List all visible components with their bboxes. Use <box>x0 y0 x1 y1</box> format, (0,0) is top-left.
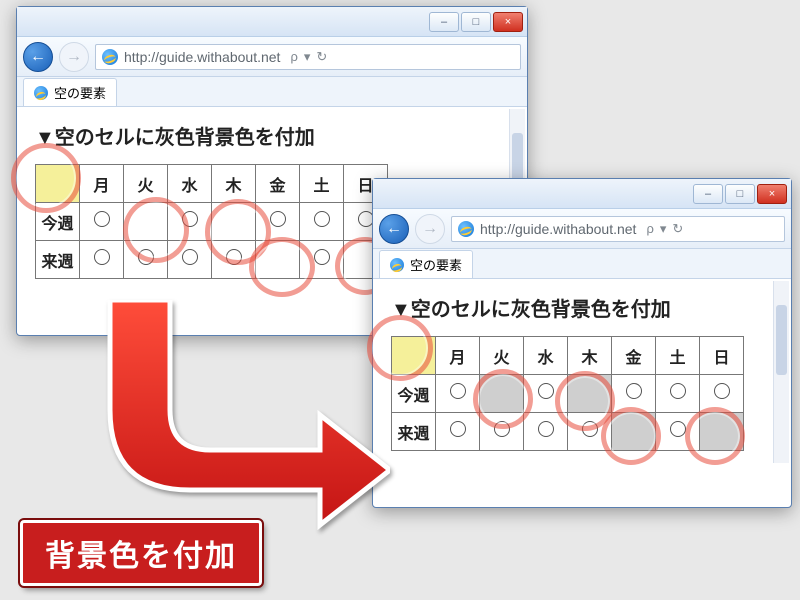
address-bar[interactable]: http://guide.withabout.net ρ▾ ↻ <box>95 44 521 70</box>
cell-empty <box>612 413 656 451</box>
row-label: 来週 <box>392 413 436 451</box>
day-header: 金 <box>256 165 300 203</box>
cell <box>524 413 568 451</box>
row-label: 来週 <box>36 241 80 279</box>
ie-icon <box>458 221 474 237</box>
browser-window-after: – □ × ← → http://guide.withabout.net ρ▾ … <box>372 178 792 508</box>
cell <box>168 241 212 279</box>
page-heading: ▼空のセルに灰色背景色を付加 <box>391 293 773 322</box>
cell <box>256 241 300 279</box>
row-label: 今週 <box>36 203 80 241</box>
day-header: 火 <box>124 165 168 203</box>
nav-toolbar: ← → http://guide.withabout.net ρ▾ ↻ <box>373 209 791 249</box>
minimize-button[interactable]: – <box>693 184 723 204</box>
url-text: http://guide.withabout.net <box>480 221 636 237</box>
maximize-button[interactable]: □ <box>725 184 755 204</box>
close-button[interactable]: × <box>493 12 523 32</box>
day-header: 火 <box>480 337 524 375</box>
cell <box>612 375 656 413</box>
day-header: 木 <box>568 337 612 375</box>
cell-empty <box>568 375 612 413</box>
nav-toolbar: ← → http://guide.withabout.net ρ▾ ↻ <box>17 37 527 77</box>
row-label: 今週 <box>392 375 436 413</box>
search-icon: ρ <box>290 49 297 64</box>
page-content: ▼空のセルに灰色背景色を付加 月 火 水 木 金 土 日 今週 <box>373 279 791 465</box>
search-refresh-controls[interactable]: ρ▾ ↻ <box>642 221 683 237</box>
cell <box>480 413 524 451</box>
day-header: 土 <box>656 337 700 375</box>
cell <box>436 413 480 451</box>
back-button[interactable]: ← <box>23 42 53 72</box>
cell <box>300 241 344 279</box>
close-button[interactable]: × <box>757 184 787 204</box>
back-button[interactable]: ← <box>379 214 409 244</box>
ie-icon <box>102 49 118 65</box>
calendar-table-before: 月 火 水 木 金 土 日 今週 来週 <box>35 164 388 279</box>
cell <box>80 203 124 241</box>
titlebar: – □ × <box>17 7 527 37</box>
cell <box>256 203 300 241</box>
arrow-caption: 背景色を付加 <box>20 520 262 586</box>
day-header: 金 <box>612 337 656 375</box>
cell-empty <box>480 375 524 413</box>
day-header: 月 <box>80 165 124 203</box>
refresh-icon: ↻ <box>316 49 327 65</box>
forward-button[interactable]: → <box>415 214 445 244</box>
url-text: http://guide.withabout.net <box>124 49 280 65</box>
minimize-button[interactable]: – <box>429 12 459 32</box>
ie-icon <box>390 258 404 272</box>
search-icon: ρ <box>646 221 653 236</box>
forward-button[interactable]: → <box>59 42 89 72</box>
cell <box>124 203 168 241</box>
day-header: 水 <box>168 165 212 203</box>
address-bar[interactable]: http://guide.withabout.net ρ▾ ↻ <box>451 216 785 242</box>
cell <box>700 375 744 413</box>
cell <box>656 375 700 413</box>
cell <box>80 241 124 279</box>
tab-active[interactable]: 空の要素 <box>379 250 473 278</box>
cell <box>212 203 256 241</box>
tab-strip: 空の要素 <box>17 77 527 107</box>
day-header: 日 <box>700 337 744 375</box>
refresh-icon: ↻ <box>672 221 683 237</box>
table-header-row: 月 火 水 木 金 土 日 <box>36 165 388 203</box>
day-header: 水 <box>524 337 568 375</box>
cell <box>436 375 480 413</box>
cell <box>568 413 612 451</box>
day-header: 土 <box>300 165 344 203</box>
tab-label: 空の要素 <box>54 83 106 102</box>
cell <box>168 203 212 241</box>
cell <box>524 375 568 413</box>
page-heading: ▼空のセルに灰色背景色を付加 <box>35 121 509 150</box>
scrollbar[interactable] <box>773 281 789 463</box>
ie-icon <box>34 86 48 100</box>
tab-strip: 空の要素 <box>373 249 791 279</box>
calendar-table-after: 月 火 水 木 金 土 日 今週 来週 <box>391 336 744 451</box>
table-row: 来週 <box>392 413 744 451</box>
cell <box>300 203 344 241</box>
cell <box>212 241 256 279</box>
corner-cell <box>392 337 436 375</box>
table-header-row: 月 火 水 木 金 土 日 <box>392 337 744 375</box>
titlebar: – □ × <box>373 179 791 209</box>
search-refresh-controls[interactable]: ρ▾ ↻ <box>286 49 327 65</box>
table-row: 来週 <box>36 241 388 279</box>
cell <box>656 413 700 451</box>
day-header: 月 <box>436 337 480 375</box>
cell <box>124 241 168 279</box>
tab-label: 空の要素 <box>410 255 462 274</box>
cell-empty <box>700 413 744 451</box>
tab-active[interactable]: 空の要素 <box>23 78 117 106</box>
corner-cell <box>36 165 80 203</box>
scrollbar-thumb[interactable] <box>776 305 787 375</box>
maximize-button[interactable]: □ <box>461 12 491 32</box>
day-header: 木 <box>212 165 256 203</box>
table-row: 今週 <box>392 375 744 413</box>
table-row: 今週 <box>36 203 388 241</box>
